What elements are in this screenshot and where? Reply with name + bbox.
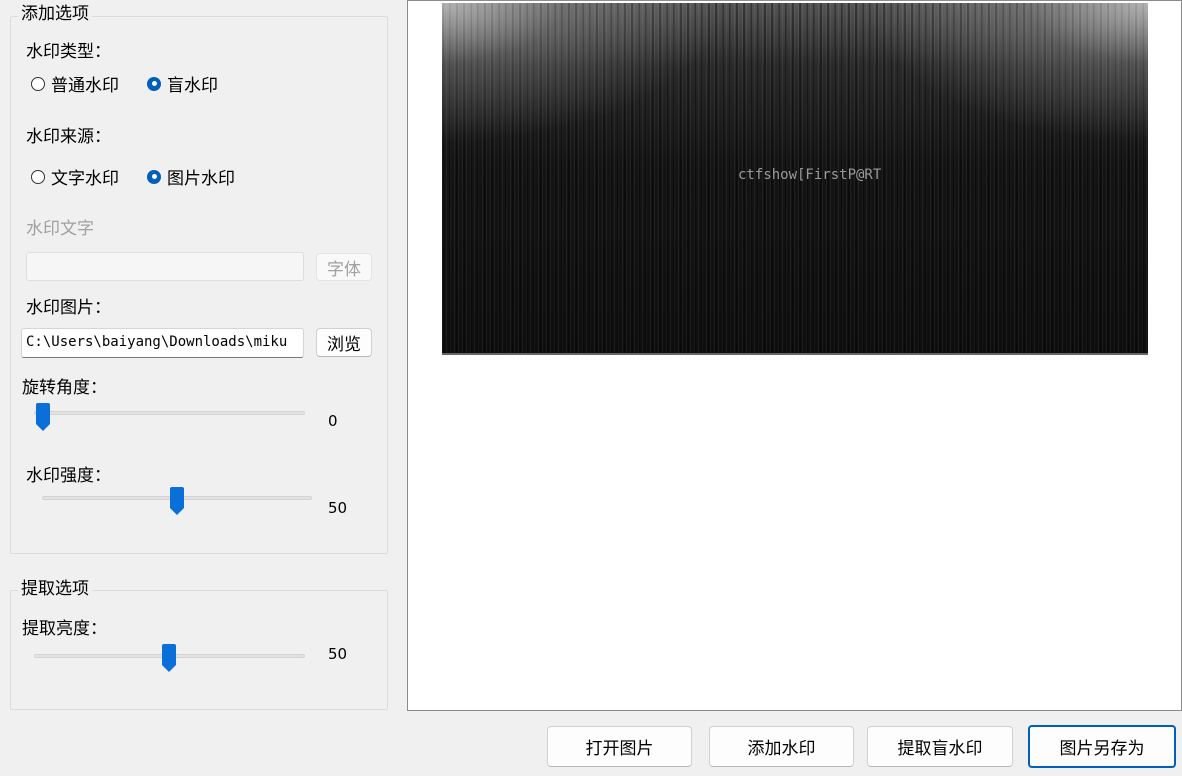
radio-normal-watermark-label: 普通水印 <box>51 76 119 96</box>
extracted-watermark-text: ctfshow[FirstP@RT <box>738 167 882 183</box>
extract-options-title: 提取选项 <box>18 579 92 599</box>
radio-text-watermark[interactable]: 文字水印 <box>31 164 119 189</box>
rotation-label: 旋转角度： <box>22 378 107 398</box>
radio-blind-watermark-indicator <box>147 76 161 91</box>
strength-value: 50 <box>328 499 348 517</box>
watermark-image-label: 水印图片： <box>26 298 111 318</box>
radio-image-watermark[interactable]: 图片水印 <box>147 164 235 189</box>
radio-image-watermark-indicator <box>147 169 161 184</box>
rotation-value: 0 <box>328 412 338 430</box>
brightness-value: 50 <box>328 645 348 663</box>
radio-text-watermark-indicator <box>31 169 45 184</box>
browse-button[interactable]: 浏览 <box>316 328 372 357</box>
radio-normal-watermark[interactable]: 普通水印 <box>31 71 119 96</box>
save-image-as-button[interactable]: 图片另存为 <box>1028 725 1176 768</box>
radio-image-watermark-label: 图片水印 <box>167 169 235 189</box>
watermark-source-label: 水印来源： <box>26 127 111 147</box>
rotation-slider-thumb[interactable] <box>35 403 51 431</box>
brightness-label: 提取亮度： <box>22 619 107 639</box>
radio-blind-watermark-label: 盲水印 <box>167 76 218 96</box>
watermark-type-label: 水印类型： <box>26 42 111 62</box>
watermark-image-path-input[interactable]: C:\Users\baiyang\Downloads\miku <box>21 328 304 358</box>
radio-text-watermark-label: 文字水印 <box>51 169 119 189</box>
rotation-slider-track[interactable] <box>34 411 305 415</box>
radio-normal-watermark-indicator <box>31 76 45 91</box>
watermark-text-input[interactable] <box>26 252 304 281</box>
add-options-title: 添加选项 <box>18 4 92 24</box>
font-button[interactable]: 字体 <box>316 253 372 281</box>
radio-blind-watermark[interactable]: 盲水印 <box>147 71 218 96</box>
watermark-preview-image: ctfshow[FirstP@RT <box>442 3 1148 355</box>
watermark-text-label: 水印文字 <box>26 219 94 239</box>
extract-blind-watermark-button[interactable]: 提取盲水印 <box>867 726 1013 767</box>
brightness-slider-thumb[interactable] <box>161 644 177 672</box>
open-image-button[interactable]: 打开图片 <box>547 726 692 767</box>
add-watermark-button[interactable]: 添加水印 <box>709 726 854 767</box>
image-preview-panel: ctfshow[FirstP@RT <box>407 0 1182 711</box>
strength-slider-thumb[interactable] <box>169 487 185 515</box>
strength-label: 水印强度： <box>26 466 111 486</box>
